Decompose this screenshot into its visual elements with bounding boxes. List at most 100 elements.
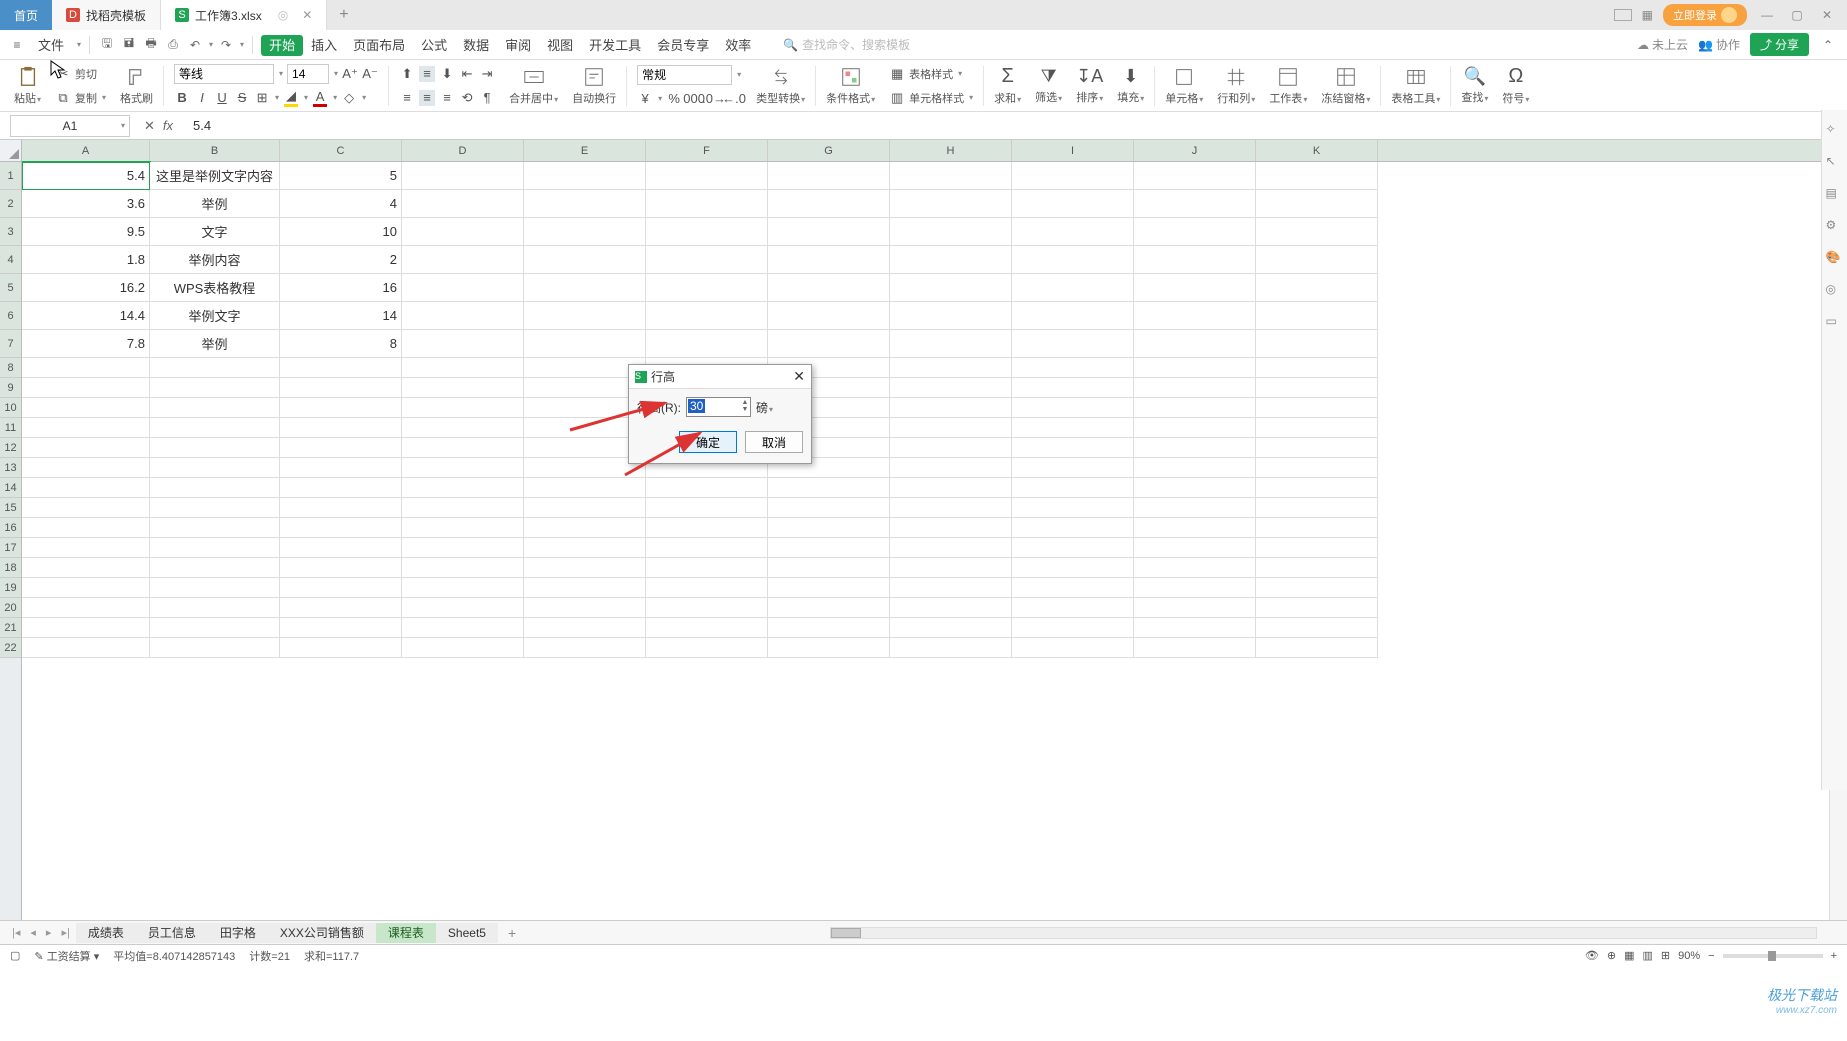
cell-E22[interactable] (524, 638, 646, 658)
cell-I13[interactable] (1012, 458, 1134, 478)
share-button[interactable]: ⤴ 分享 (1750, 33, 1809, 56)
cell-J3[interactable] (1134, 218, 1256, 246)
cell-K14[interactable] (1256, 478, 1378, 498)
align-top-icon[interactable]: ⬆ (399, 66, 415, 82)
cell-J7[interactable] (1134, 330, 1256, 358)
cell-D18[interactable] (402, 558, 524, 578)
cell-H8[interactable] (890, 358, 1012, 378)
cell-G16[interactable] (768, 518, 890, 538)
menu-会员专享[interactable]: 会员专享 (649, 35, 717, 56)
cloud-status[interactable]: ☁ 未上云 (1637, 36, 1688, 53)
cell-I21[interactable] (1012, 618, 1134, 638)
cell-E21[interactable] (524, 618, 646, 638)
colhead-B[interactable]: B (150, 140, 280, 161)
cell-I6[interactable] (1012, 302, 1134, 330)
cell-A20[interactable] (22, 598, 150, 618)
cell-G21[interactable] (768, 618, 890, 638)
cell-D7[interactable] (402, 330, 524, 358)
colhead-J[interactable]: J (1134, 140, 1256, 161)
palette-icon[interactable]: 🎨 (1826, 250, 1844, 268)
tblstyle-button[interactable]: ▦表格样式▾ (889, 66, 973, 82)
rowhead-18[interactable]: 18 (0, 558, 21, 578)
cell-F20[interactable] (646, 598, 768, 618)
rowcol-button[interactable]: 行和列▾ (1211, 62, 1261, 110)
cancel-button[interactable]: 取消 (745, 431, 803, 453)
cell-J11[interactable] (1134, 418, 1256, 438)
cell-D12[interactable] (402, 438, 524, 458)
cell-G19[interactable] (768, 578, 890, 598)
cell-C11[interactable] (280, 418, 402, 438)
rowhead-5[interactable]: 5 (0, 274, 21, 302)
colhead-G[interactable]: G (768, 140, 890, 161)
cell-K3[interactable] (1256, 218, 1378, 246)
record-icon[interactable]: ▢ (10, 949, 20, 962)
cell-I2[interactable] (1012, 190, 1134, 218)
cell-I8[interactable] (1012, 358, 1134, 378)
cell-E5[interactable] (524, 274, 646, 302)
cell-C3[interactable]: 10 (280, 218, 402, 246)
cell-A7[interactable]: 7.8 (22, 330, 150, 358)
cell-A18[interactable] (22, 558, 150, 578)
cell-C20[interactable] (280, 598, 402, 618)
cell-H9[interactable] (890, 378, 1012, 398)
cell-H10[interactable] (890, 398, 1012, 418)
preview-icon[interactable]: ⎙ (164, 36, 182, 54)
cell-H21[interactable] (890, 618, 1012, 638)
cell-H15[interactable] (890, 498, 1012, 518)
rowhead-19[interactable]: 19 (0, 578, 21, 598)
cell-A1[interactable]: 5.4 (22, 162, 150, 190)
italic-button[interactable]: I (194, 90, 210, 106)
cell-J22[interactable] (1134, 638, 1256, 658)
collapse-ribbon-icon[interactable]: ⌃ (1819, 36, 1837, 54)
rowhead-22[interactable]: 22 (0, 638, 21, 658)
location-icon[interactable]: ◎ (1826, 282, 1844, 300)
cell-K15[interactable] (1256, 498, 1378, 518)
rowhead-16[interactable]: 16 (0, 518, 21, 538)
spinner-buttons[interactable]: ▲▼ (740, 399, 750, 413)
rowhead-6[interactable]: 6 (0, 302, 21, 330)
cell-C2[interactable]: 4 (280, 190, 402, 218)
fmtpaint-button[interactable]: 格式刷 (114, 62, 159, 110)
formula-input[interactable]: 5.4 (187, 118, 1847, 133)
cell-K17[interactable] (1256, 538, 1378, 558)
zoom-in-button[interactable]: + (1831, 950, 1837, 962)
cell-B3[interactable]: 文字 (150, 218, 280, 246)
border-button[interactable]: ⊞ (254, 90, 270, 106)
maximize-button[interactable]: ▢ (1787, 8, 1807, 22)
number-format-select[interactable] (637, 65, 732, 85)
unit-label[interactable]: 磅▾ (756, 399, 773, 416)
rowhead-9[interactable]: 9 (0, 378, 21, 398)
sheet-tab-课程表[interactable]: 课程表 (376, 923, 436, 943)
strike-button[interactable]: S (234, 90, 250, 106)
inc-decimal-icon[interactable]: .0→ (706, 91, 722, 107)
cell-I5[interactable] (1012, 274, 1134, 302)
cell-F6[interactable] (646, 302, 768, 330)
menu-效率[interactable]: 效率 (717, 35, 759, 56)
cell-H1[interactable] (890, 162, 1012, 190)
login-button[interactable]: 立即登录 (1663, 4, 1747, 26)
cell-K11[interactable] (1256, 418, 1378, 438)
cell-E2[interactable] (524, 190, 646, 218)
panel-icon[interactable]: ▤ (1826, 186, 1844, 204)
cell-E1[interactable] (524, 162, 646, 190)
cell-B22[interactable] (150, 638, 280, 658)
cell-H2[interactable] (890, 190, 1012, 218)
cell-J1[interactable] (1134, 162, 1256, 190)
tab-current-doc[interactable]: S 工作簿3.xlsx ◎ ✕ (161, 0, 327, 30)
font-color-button[interactable]: A (312, 88, 328, 107)
cell-C7[interactable]: 8 (280, 330, 402, 358)
cell-B16[interactable] (150, 518, 280, 538)
cell-D6[interactable] (402, 302, 524, 330)
cell-H16[interactable] (890, 518, 1012, 538)
colhead-F[interactable]: F (646, 140, 768, 161)
cell-C18[interactable] (280, 558, 402, 578)
cell-B20[interactable] (150, 598, 280, 618)
cell-I17[interactable] (1012, 538, 1134, 558)
menu-插入[interactable]: 插入 (303, 35, 345, 56)
cell-C10[interactable] (280, 398, 402, 418)
cell-J19[interactable] (1134, 578, 1256, 598)
cell-H7[interactable] (890, 330, 1012, 358)
cell-I12[interactable] (1012, 438, 1134, 458)
cell-H19[interactable] (890, 578, 1012, 598)
cell-J9[interactable] (1134, 378, 1256, 398)
